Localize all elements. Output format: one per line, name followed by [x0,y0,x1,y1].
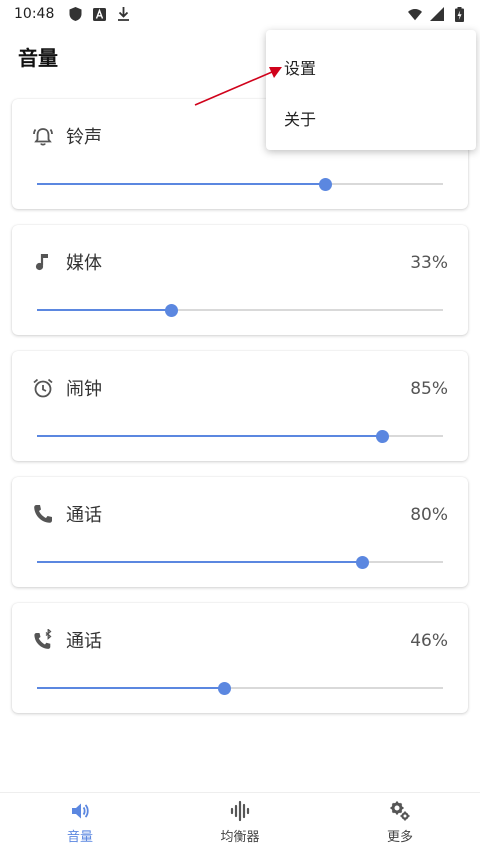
card-title: 铃声 [66,127,102,148]
gears-icon [389,800,411,822]
slider-fill [37,561,362,563]
nav-label: 均衡器 [220,830,260,845]
status-time: 10:48 [14,6,55,22]
card-title: 媒体 [66,253,102,274]
shield-icon [68,7,82,21]
music-note-icon [32,251,54,273]
slider-thumb[interactable] [164,304,178,317]
card-percent: 85% [410,379,448,399]
alarm-clock-icon [32,377,54,399]
menu-item-about[interactable]: 关于 [284,106,316,130]
volume-slider[interactable] [37,681,443,695]
phone-icon [32,503,54,525]
slider-thumb[interactable] [319,178,333,191]
download-icon [116,7,130,21]
equalizer-icon [229,800,251,822]
card-percent: 80% [410,505,448,525]
bottom-nav: 音量 均衡器 更多 [0,792,480,852]
wifi-icon [408,7,422,21]
volume-slider[interactable] [37,177,443,191]
app-a-icon [92,7,106,21]
volume-slider[interactable] [37,555,443,569]
slider-fill [37,435,383,437]
slider-thumb[interactable] [217,682,231,695]
volume-slider[interactable] [37,429,443,443]
nav-item-volume[interactable]: 音量 [0,793,160,852]
page-title: 音量 [18,46,58,70]
signal-icon [430,7,444,21]
alarm-bell-icon [32,125,54,147]
slider-thumb[interactable] [376,430,390,443]
nav-label: 音量 [66,830,93,845]
nav-label: 更多 [386,830,413,845]
card-percent: 33% [410,253,448,273]
nav-item-equalizer[interactable]: 均衡器 [160,793,320,852]
card-title: 通话 [66,505,102,526]
battery-charging-icon [452,6,466,22]
slider-fill [37,309,171,311]
nav-item-more[interactable]: 更多 [320,793,480,852]
card-title: 通话 [66,631,102,652]
volume-card-call: 通话 80% [12,477,468,587]
slider-fill [37,687,224,689]
volume-slider[interactable] [37,303,443,317]
slider-thumb[interactable] [355,556,369,569]
status-left-icons [68,7,130,21]
volume-card-bluetooth-call: 通话 46% [12,603,468,713]
menu-item-settings[interactable]: 设置 [284,55,316,79]
status-bar: 10:48 [0,0,480,28]
status-right-icons [408,6,466,22]
speaker-icon [69,800,91,822]
volume-card-media: 媒体 33% [12,225,468,335]
card-percent: 46% [410,631,448,651]
volume-card-alarm: 闹钟 85% [12,351,468,461]
bluetooth-phone-icon [32,628,54,651]
slider-fill [37,183,326,185]
card-title: 闹钟 [66,379,102,400]
overflow-menu: 设置 关于 [266,30,476,150]
